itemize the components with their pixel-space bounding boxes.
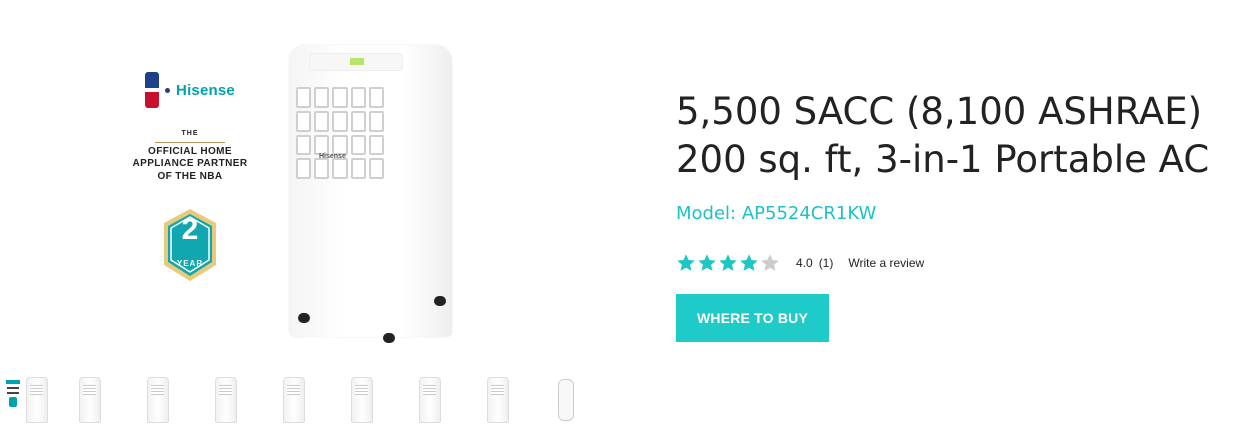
brand-name: Hisense (176, 81, 235, 99)
partner-line-2: APPLIANCE PARTNER (132, 158, 248, 170)
product-title-line-1: 5,500 SACC (8,100 ASHRAE) (676, 90, 1203, 133)
write-review-link[interactable]: Write a review (848, 256, 924, 270)
partner-badge: THE OFFICIAL HOME APPLIANCE PARTNER OF T… (133, 130, 248, 183)
thumbnail-strip (0, 372, 600, 428)
remote-icon (558, 379, 574, 421)
control-display (350, 58, 364, 65)
warranty-label: YEAR (176, 259, 204, 269)
rating-value: 4.0 (796, 256, 813, 270)
star-filled-icon (719, 254, 737, 271)
thumbnail-back[interactable] (464, 372, 532, 428)
rating-row: 4.0 (1) Write a review (676, 253, 924, 273)
star-filled-icon (677, 254, 695, 271)
thumbnail-front-with-badges[interactable] (0, 372, 56, 428)
star-filled-icon (698, 254, 716, 271)
brand-dot (165, 87, 171, 93)
brand-row: Hisense (145, 72, 235, 108)
thumbnail-badge-icon (6, 380, 20, 418)
thumbnail-angle[interactable] (56, 372, 124, 428)
partner-line-3: OF THE NBA (157, 170, 223, 182)
partner-divider (155, 141, 225, 143)
rating-count[interactable]: (1) (819, 256, 834, 270)
portable-ac-unit-image: Hisense (289, 45, 452, 337)
warranty-badge: 2 YEAR (160, 207, 220, 283)
thumbnail-with-hose[interactable] (328, 372, 396, 428)
star-filled-icon (740, 254, 758, 271)
thumbnail-unit-icon (26, 377, 48, 423)
thumbnail-unit-icon (351, 377, 373, 423)
control-panel (309, 53, 403, 71)
thumbnail-unit-icon (147, 377, 169, 423)
thumbnail-unit-icon (419, 377, 441, 423)
thumbnail-unit-icon (283, 377, 305, 423)
thumbnail-front-3[interactable] (396, 372, 464, 428)
product-title-line-2: 200 sq. ft, 3-in-1 Portable AC (676, 138, 1210, 181)
ac-wheel (383, 333, 395, 343)
ac-logo: Hisense (319, 153, 346, 160)
warranty-number: 2 (181, 213, 199, 247)
air-grille (296, 87, 384, 179)
thumbnail-front[interactable] (124, 372, 192, 428)
model-number: Model: AP5524CR1KW (676, 203, 877, 224)
star-rating[interactable] (676, 253, 780, 273)
ac-wheel (298, 313, 310, 323)
thumbnail-unit-icon (215, 377, 237, 423)
thumbnail-front-2[interactable] (192, 372, 260, 428)
star-empty-icon (761, 254, 779, 271)
thumbnail-unit-icon (487, 377, 509, 423)
badge-column: Hisense THE OFFICIAL HOME APPLIANCE PART… (120, 72, 260, 283)
thumbnail-remote[interactable] (532, 372, 600, 428)
where-to-buy-button[interactable]: WHERE TO BUY (676, 294, 829, 342)
thumbnail-side[interactable] (260, 372, 328, 428)
ac-wheel (434, 296, 446, 306)
thumbnail-unit-icon (79, 377, 101, 423)
partner-the: THE (181, 130, 199, 137)
partner-line-1: OFFICIAL HOME (148, 145, 232, 157)
product-title: 5,500 SACC (8,100 ASHRAE) 200 sq. ft, 3-… (676, 88, 1256, 184)
nba-logo-icon (145, 72, 160, 108)
